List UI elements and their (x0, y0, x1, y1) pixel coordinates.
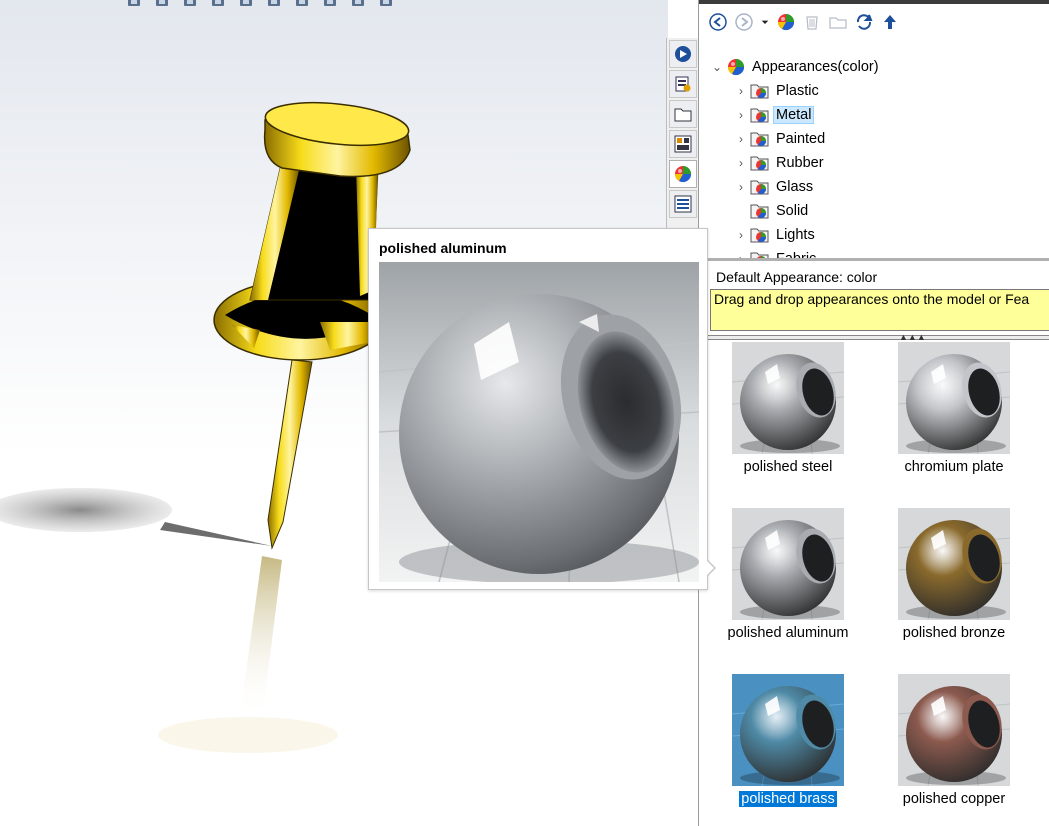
solidworks-resources-icon[interactable] (669, 40, 697, 68)
swatch-label-text: polished bronze (902, 625, 1006, 641)
swatch-label-text: polished brass (738, 790, 838, 808)
expand-chevron-icon[interactable]: › (733, 131, 749, 147)
help-tip-box: Drag and drop appearances onto the model… (710, 289, 1049, 331)
swatch-label-text: polished aluminum (727, 625, 849, 641)
expand-chevron-icon[interactable]: › (733, 155, 749, 171)
appearances-color-icon (725, 57, 747, 77)
tree-item-lights[interactable]: › Lights (733, 224, 818, 246)
up-level-icon[interactable] (879, 11, 901, 33)
tree-item-label: Solid (776, 203, 809, 219)
swatch-label: polished bronze (865, 625, 1043, 641)
refresh-icon[interactable] (853, 11, 875, 33)
tree-item-plastic[interactable]: › Plastic (733, 80, 822, 102)
swatch-label: polished steel (699, 459, 877, 475)
tree-item-metal[interactable]: › Metal (733, 104, 815, 126)
tree-item-solid[interactable]: Solid (733, 200, 811, 222)
back-icon[interactable] (707, 11, 729, 33)
pin-shadow-needle (160, 522, 272, 546)
swatch-thumbnail[interactable] (897, 674, 1011, 787)
expand-chevron-icon[interactable]: › (733, 251, 749, 258)
swatch-label-text: polished copper (902, 791, 1006, 807)
pin-shadow (0, 488, 172, 532)
appearance-swatch[interactable]: polished bronze (865, 506, 1015, 646)
tree-item-label: Rubber (776, 155, 824, 171)
appearance-swatch[interactable]: polished copper (865, 672, 1015, 812)
file-explorer-icon[interactable] (669, 100, 697, 128)
tree-item-fabric[interactable]: › Fabric (733, 248, 819, 258)
swatch-thumbnail[interactable] (897, 508, 1011, 621)
appearance-folder-icon (749, 129, 771, 149)
recycle-icon[interactable] (801, 11, 823, 33)
task-pane-tab-strip (666, 38, 698, 238)
appearance-swatch[interactable]: polished steel (699, 340, 849, 480)
swatch-label: polished brass (699, 790, 877, 808)
collapse-chevron-icon[interactable]: ⌄ (709, 59, 725, 75)
appearance-swatch[interactable]: chromium plate (865, 340, 1015, 480)
expand-chevron-icon[interactable]: › (733, 227, 749, 243)
preview-sphere-image (379, 262, 699, 582)
tree-item-label: Plastic (776, 83, 819, 99)
appearance-folder-icon (749, 177, 771, 197)
task-pane-title-bar (699, 0, 1049, 4)
appearance-folder-icon (749, 249, 771, 258)
tree-item-label: Lights (776, 227, 815, 243)
appearance-add-icon[interactable] (775, 11, 797, 33)
view-palette-icon[interactable] (669, 130, 697, 158)
swatch-label-text: polished steel (743, 459, 833, 475)
swatch-label: polished copper (865, 791, 1043, 807)
appearance-folder-icon (749, 153, 771, 173)
folder-icon[interactable] (827, 11, 849, 33)
swatch-label: polished aluminum (699, 625, 877, 641)
expand-chevron-icon[interactable]: › (733, 179, 749, 195)
pin-reflection-base (158, 717, 338, 753)
dropdown-arrow-icon[interactable] (759, 11, 771, 33)
swatch-thumbnail[interactable] (897, 342, 1011, 455)
swatch-thumbnail[interactable] (731, 508, 845, 621)
appearance-info-panel: Default Appearance: color Drag and drop … (699, 258, 1049, 340)
appearances-tree: ⌄ Appearances(color) › Plastic › Metal › Painte… (699, 52, 1049, 258)
swatch-label-text: chromium plate (904, 459, 1004, 475)
swatch-thumbnail[interactable] (731, 674, 845, 787)
appearance-swatch[interactable]: polished brass (699, 672, 849, 812)
appearances-task-pane: ⌄ Appearances(color) › Plastic › Metal › Painte… (698, 0, 1049, 826)
expand-chevron-icon[interactable]: › (733, 107, 749, 123)
appearance-folder-icon (749, 225, 771, 245)
appearance-swatch[interactable]: polished aluminum (699, 506, 849, 646)
appearance-folder-icon (749, 81, 771, 101)
tree-item-rubber[interactable]: › Rubber (733, 152, 827, 174)
appearance-preview-tooltip: polished aluminum (368, 228, 716, 590)
tooltip-pointer (706, 559, 716, 577)
tree-item-label: Appearances(color) (752, 59, 879, 75)
tree-item-appearances-color[interactable]: ⌄ Appearances(color) (709, 56, 882, 78)
task-pane-toolbar (707, 11, 901, 33)
design-library-icon[interactable] (669, 70, 697, 98)
swatch-thumbnail[interactable] (731, 342, 845, 455)
tree-item-label: Painted (776, 131, 826, 147)
tree-item-glass[interactable]: › Glass (733, 176, 816, 198)
pin-needle (267, 359, 313, 550)
default-appearance-label: Default Appearance: color (716, 269, 878, 285)
tree-item-label: Fabric (773, 250, 819, 258)
custom-properties-icon[interactable] (669, 190, 697, 218)
tree-item-label: Metal (773, 106, 815, 124)
no-chevron (733, 203, 749, 219)
pin-reflection (240, 556, 282, 720)
forward-icon[interactable] (733, 11, 755, 33)
expand-chevron-icon[interactable]: › (733, 83, 749, 99)
appearance-folder-icon (749, 201, 771, 221)
appearance-folder-icon (749, 105, 771, 125)
tree-item-label: Glass (776, 179, 814, 195)
appearances-scenes-decals-icon[interactable] (669, 160, 697, 188)
tree-item-painted[interactable]: › Painted (733, 128, 828, 150)
appearance-swatch-grid: polished steel chromium plate polished alu… (699, 340, 1049, 826)
swatch-label: chromium plate (865, 459, 1043, 475)
preview-title: polished aluminum (379, 240, 507, 256)
